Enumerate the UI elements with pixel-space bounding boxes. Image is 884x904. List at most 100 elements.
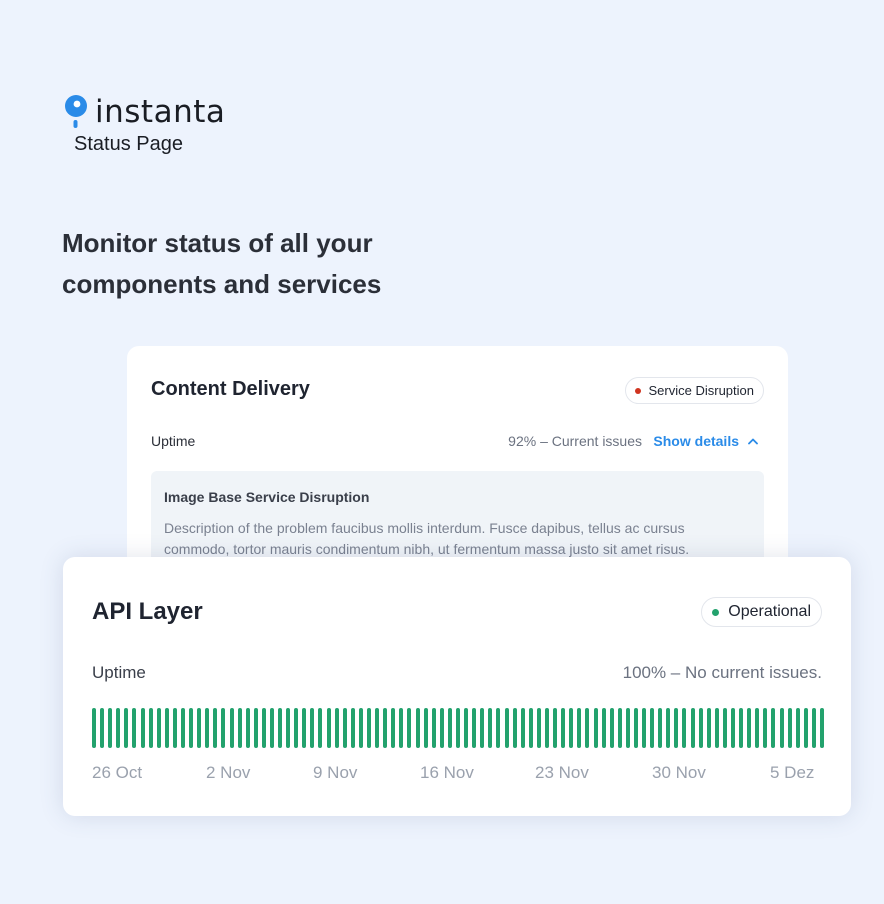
uptime-day-bar[interactable] [326, 708, 331, 748]
uptime-day-bar[interactable] [658, 708, 663, 748]
uptime-day-bar[interactable] [544, 708, 549, 748]
brand-name: instanta [95, 94, 226, 130]
uptime-day-bar[interactable] [294, 708, 299, 748]
uptime-day-bar[interactable] [698, 708, 703, 748]
uptime-day-bar[interactable] [779, 708, 784, 748]
uptime-day-bar[interactable] [488, 708, 493, 748]
show-details-toggle[interactable]: Show details [653, 433, 758, 449]
uptime-day-bar[interactable] [480, 708, 485, 748]
uptime-day-bar[interactable] [245, 708, 250, 748]
uptime-day-bar[interactable] [625, 708, 630, 748]
uptime-day-bar[interactable] [213, 708, 218, 748]
uptime-day-bar[interactable] [156, 708, 161, 748]
uptime-day-bar[interactable] [496, 708, 501, 748]
uptime-day-bar[interactable] [423, 708, 428, 748]
uptime-day-bar[interactable] [690, 708, 695, 748]
uptime-day-bar[interactable] [528, 708, 533, 748]
uptime-day-bar[interactable] [553, 708, 558, 748]
brand-subtitle: Status Page [74, 133, 183, 155]
uptime-day-bar[interactable] [714, 708, 719, 748]
uptime-day-bar[interactable] [302, 708, 307, 748]
uptime-day-bar[interactable] [706, 708, 711, 748]
uptime-day-bar[interactable] [666, 708, 671, 748]
uptime-day-bar[interactable] [124, 708, 129, 748]
component-title: API Layer [92, 598, 203, 625]
uptime-day-bar[interactable] [278, 708, 283, 748]
uptime-day-bar[interactable] [140, 708, 145, 748]
uptime-day-bar[interactable] [561, 708, 566, 748]
uptime-day-bar[interactable] [577, 708, 582, 748]
uptime-day-bar[interactable] [100, 708, 105, 748]
uptime-day-bar[interactable] [269, 708, 274, 748]
uptime-day-bar[interactable] [334, 708, 339, 748]
uptime-day-bar[interactable] [642, 708, 647, 748]
uptime-day-bar[interactable] [229, 708, 234, 748]
uptime-day-bar[interactable] [447, 708, 452, 748]
uptime-day-bar[interactable] [415, 708, 420, 748]
uptime-day-bar[interactable] [399, 708, 404, 748]
uptime-day-bar[interactable] [205, 708, 210, 748]
uptime-day-bar[interactable] [731, 708, 736, 748]
uptime-day-bar[interactable] [180, 708, 185, 748]
uptime-day-bar[interactable] [116, 708, 121, 748]
status-badge: Operational [701, 597, 822, 627]
uptime-day-bar[interactable] [771, 708, 776, 748]
uptime-day-bar[interactable] [310, 708, 315, 748]
uptime-day-bar[interactable] [383, 708, 388, 748]
uptime-day-bar[interactable] [601, 708, 606, 748]
uptime-day-bar[interactable] [650, 708, 655, 748]
uptime-day-bar[interactable] [172, 708, 177, 748]
uptime-day-bar[interactable] [92, 708, 96, 748]
uptime-day-bar[interactable] [633, 708, 638, 748]
uptime-day-bar[interactable] [585, 708, 590, 748]
uptime-day-bar[interactable] [253, 708, 258, 748]
uptime-day-bar[interactable] [674, 708, 679, 748]
uptime-day-bar[interactable] [747, 708, 752, 748]
uptime-day-bar[interactable] [237, 708, 242, 748]
uptime-day-bar[interactable] [221, 708, 226, 748]
uptime-day-bar[interactable] [375, 708, 380, 748]
uptime-day-bar[interactable] [569, 708, 574, 748]
uptime-day-bar[interactable] [472, 708, 477, 748]
uptime-day-bar[interactable] [164, 708, 169, 748]
uptime-day-bar[interactable] [795, 708, 800, 748]
uptime-day-bar[interactable] [512, 708, 517, 748]
uptime-day-bar[interactable] [261, 708, 266, 748]
uptime-day-bar[interactable] [456, 708, 460, 748]
date-label: 9 Nov [313, 763, 358, 782]
uptime-day-bar[interactable] [682, 708, 687, 748]
uptime-day-bar[interactable] [617, 708, 622, 748]
uptime-day-bar[interactable] [431, 708, 436, 748]
uptime-day-bar[interactable] [342, 708, 347, 748]
uptime-day-bar[interactable] [358, 708, 363, 748]
uptime-day-bar[interactable] [108, 708, 113, 748]
uptime-day-bar[interactable] [787, 708, 792, 748]
uptime-day-bar[interactable] [350, 708, 355, 748]
uptime-day-bar[interactable] [609, 708, 614, 748]
uptime-day-bar[interactable] [739, 708, 744, 748]
status-badge-label: Operational [728, 603, 811, 620]
uptime-day-bar[interactable] [593, 708, 598, 748]
uptime-day-bar[interactable] [132, 708, 137, 748]
uptime-day-bar[interactable] [189, 708, 194, 748]
uptime-day-bar[interactable] [439, 708, 444, 748]
uptime-day-bar[interactable] [722, 708, 727, 748]
uptime-day-bar[interactable] [820, 708, 824, 748]
uptime-day-bar[interactable] [148, 708, 153, 748]
date-label: 30 Nov [652, 763, 706, 782]
uptime-day-bar[interactable] [763, 708, 768, 748]
uptime-status: 100% – No current issues. [622, 663, 822, 682]
uptime-day-bar[interactable] [755, 708, 760, 748]
uptime-day-bar[interactable] [197, 708, 202, 748]
uptime-day-bar[interactable] [318, 708, 323, 748]
uptime-day-bar[interactable] [391, 708, 396, 748]
uptime-day-bar[interactable] [811, 708, 816, 748]
uptime-day-bar[interactable] [536, 708, 541, 748]
uptime-day-bar[interactable] [520, 708, 525, 748]
uptime-day-bar[interactable] [504, 708, 509, 748]
uptime-day-bar[interactable] [367, 708, 372, 748]
uptime-day-bar[interactable] [464, 708, 469, 748]
uptime-day-bar[interactable] [803, 708, 808, 748]
uptime-day-bar[interactable] [407, 708, 412, 748]
uptime-day-bar[interactable] [286, 708, 291, 748]
